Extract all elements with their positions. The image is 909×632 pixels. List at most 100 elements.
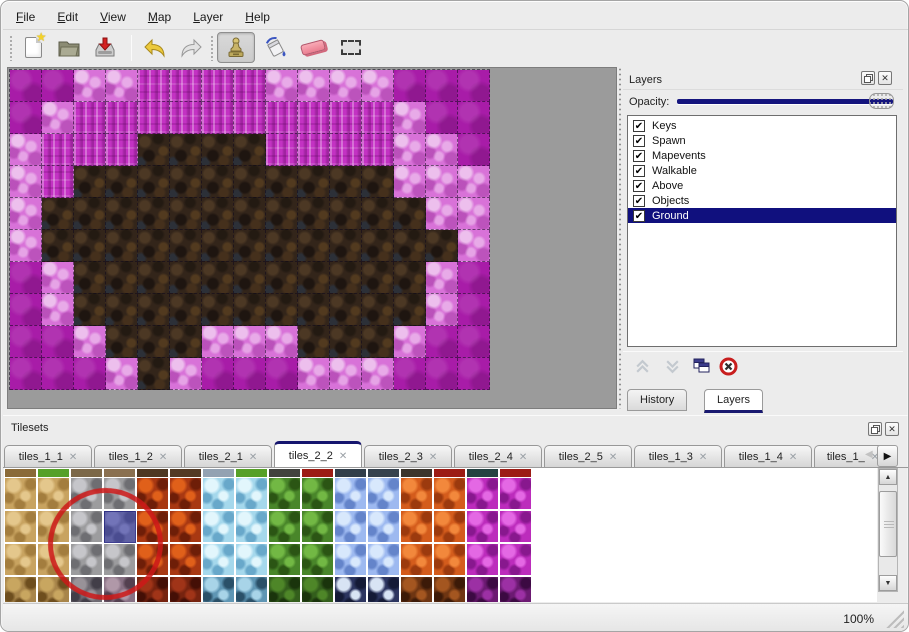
tileset-tile-ember[interactable]: [401, 511, 432, 542]
toolbar-grip[interactable]: [9, 35, 14, 61]
map-tile-magenta-wall-dark[interactable]: [10, 358, 42, 390]
tileset-tile-ice[interactable]: [236, 544, 267, 575]
tileset-tile-crystal[interactable]: [368, 544, 399, 575]
layer-row-keys[interactable]: ✔Keys: [628, 118, 896, 133]
tileset-canvas[interactable]: [4, 468, 877, 602]
map-tile-magenta-wall-dark[interactable]: [394, 70, 426, 102]
map-tile-cave-floor[interactable]: [170, 294, 202, 326]
menu-view[interactable]: View: [91, 8, 135, 26]
map-tile-magenta-wall[interactable]: [298, 134, 330, 166]
map-tile-magenta-wall-dark[interactable]: [426, 102, 458, 134]
map-tile-grid[interactable]: [9, 69, 490, 390]
tileset-tile-partial[interactable]: [170, 469, 201, 477]
map-tile-cave-floor[interactable]: [106, 230, 138, 262]
map-tile-magenta-wall[interactable]: [170, 70, 202, 102]
map-tile-pink-wall-light[interactable]: [362, 70, 394, 102]
layer-visibility-checkbox[interactable]: ✔: [633, 210, 645, 222]
map-tile-cave-floor[interactable]: [170, 230, 202, 262]
map-tile-cave-floor[interactable]: [170, 326, 202, 358]
map-tile-cave-floor[interactable]: [394, 262, 426, 294]
map-tile-pink-wall-light[interactable]: [426, 134, 458, 166]
tileset-tile-transition[interactable]: [368, 577, 399, 602]
map-tile-magenta-wall[interactable]: [266, 102, 298, 134]
map-tile-magenta-wall-dark[interactable]: [458, 70, 490, 102]
map-tile-magenta-wall[interactable]: [330, 102, 362, 134]
map-tile-cave-floor[interactable]: [266, 230, 298, 262]
map-tile-cave-floor[interactable]: [106, 262, 138, 294]
map-canvas[interactable]: [7, 67, 617, 409]
map-tile-cave-floor[interactable]: [106, 326, 138, 358]
tileset-tab-tiles_2_3[interactable]: tiles_2_3✕: [364, 445, 452, 468]
map-tile-magenta-wall[interactable]: [74, 102, 106, 134]
tileset-tile-sand[interactable]: [5, 511, 36, 542]
map-tile-magenta-wall-dark[interactable]: [394, 358, 426, 390]
map-tile-magenta-wall[interactable]: [234, 70, 266, 102]
map-tile-pink-wall-light[interactable]: [362, 358, 394, 390]
layer-row-spawn[interactable]: ✔Spawn: [628, 133, 896, 148]
map-tile-cave-floor[interactable]: [170, 198, 202, 230]
tileset-tile-ember[interactable]: [434, 511, 465, 542]
tileset-tile-crystal[interactable]: [368, 478, 399, 509]
tilesets-close-button[interactable]: ✕: [885, 422, 899, 436]
map-tile-magenta-wall-dark[interactable]: [458, 294, 490, 326]
map-tile-magenta-wall[interactable]: [234, 102, 266, 134]
map-tile-cave-floor[interactable]: [234, 294, 266, 326]
tileset-tile-partial[interactable]: [71, 469, 102, 477]
map-tile-magenta-wall[interactable]: [138, 70, 170, 102]
map-tile-cave-floor[interactable]: [330, 294, 362, 326]
map-tile-cave-floor[interactable]: [202, 134, 234, 166]
menu-help[interactable]: Help: [236, 8, 279, 26]
layer-visibility-checkbox[interactable]: ✔: [633, 150, 645, 162]
tileset-tile-ember[interactable]: [401, 544, 432, 575]
map-tile-magenta-wall-dark[interactable]: [458, 358, 490, 390]
bucket-fill-tool-button[interactable]: [258, 32, 292, 63]
layer-visibility-checkbox[interactable]: ✔: [633, 120, 645, 132]
tileset-tab-tiles_1_1[interactable]: tiles_1_1✕: [4, 445, 92, 468]
map-tile-magenta-wall-dark[interactable]: [74, 358, 106, 390]
map-tile-magenta-wall-dark[interactable]: [234, 358, 266, 390]
tileset-tile-web[interactable]: [500, 478, 531, 509]
map-tile-pink-wall-light[interactable]: [74, 70, 106, 102]
map-tile-magenta-wall[interactable]: [330, 134, 362, 166]
tileset-tab-tiles_1_3[interactable]: tiles_1_3✕: [634, 445, 722, 468]
map-tile-magenta-wall-dark[interactable]: [458, 102, 490, 134]
tileset-tile-partial[interactable]: [236, 469, 267, 477]
map-tile-cave-floor[interactable]: [298, 166, 330, 198]
map-tile-cave-floor[interactable]: [106, 198, 138, 230]
map-tile-cave-floor[interactable]: [106, 294, 138, 326]
map-tile-cave-floor[interactable]: [138, 262, 170, 294]
tileset-tile-web[interactable]: [467, 478, 498, 509]
tileset-tile-transition[interactable]: [401, 577, 432, 602]
tileset-tile-ice[interactable]: [236, 478, 267, 509]
tileset-tile-partial[interactable]: [368, 469, 399, 477]
tileset-tile-transition[interactable]: [302, 577, 333, 602]
map-tile-cave-floor[interactable]: [298, 230, 330, 262]
tileset-tile-transition[interactable]: [500, 577, 531, 602]
map-tile-magenta-wall[interactable]: [106, 134, 138, 166]
tab-close-icon[interactable]: ✕: [519, 452, 527, 463]
map-tile-magenta-wall[interactable]: [74, 134, 106, 166]
map-tile-cave-floor[interactable]: [330, 262, 362, 294]
layer-row-ground[interactable]: ✔Ground: [628, 208, 896, 223]
layer-row-above[interactable]: ✔Above: [628, 178, 896, 193]
map-tile-cave-floor[interactable]: [42, 198, 74, 230]
map-tile-pink-wall-light[interactable]: [426, 198, 458, 230]
layer-visibility-checkbox[interactable]: ✔: [633, 195, 645, 207]
undo-button[interactable]: [138, 32, 172, 63]
map-tile-cave-floor[interactable]: [266, 166, 298, 198]
map-tile-cave-floor[interactable]: [330, 326, 362, 358]
map-tile-cave-floor[interactable]: [42, 230, 74, 262]
map-tile-pink-wall-light[interactable]: [394, 102, 426, 134]
map-tile-cave-floor[interactable]: [202, 166, 234, 198]
tab-close-icon[interactable]: ✕: [249, 452, 257, 463]
map-tile-magenta-wall[interactable]: [42, 166, 74, 198]
tileset-tile-ember[interactable]: [434, 544, 465, 575]
map-tile-pink-wall-light[interactable]: [394, 326, 426, 358]
map-tile-pink-wall-light[interactable]: [10, 166, 42, 198]
map-tile-cave-floor[interactable]: [74, 198, 106, 230]
tileset-tile-vine[interactable]: [302, 544, 333, 575]
map-tile-pink-wall-light[interactable]: [298, 70, 330, 102]
tileset-tile-partial[interactable]: [269, 469, 300, 477]
map-tile-magenta-wall-dark[interactable]: [10, 326, 42, 358]
menu-edit[interactable]: Edit: [48, 8, 87, 26]
